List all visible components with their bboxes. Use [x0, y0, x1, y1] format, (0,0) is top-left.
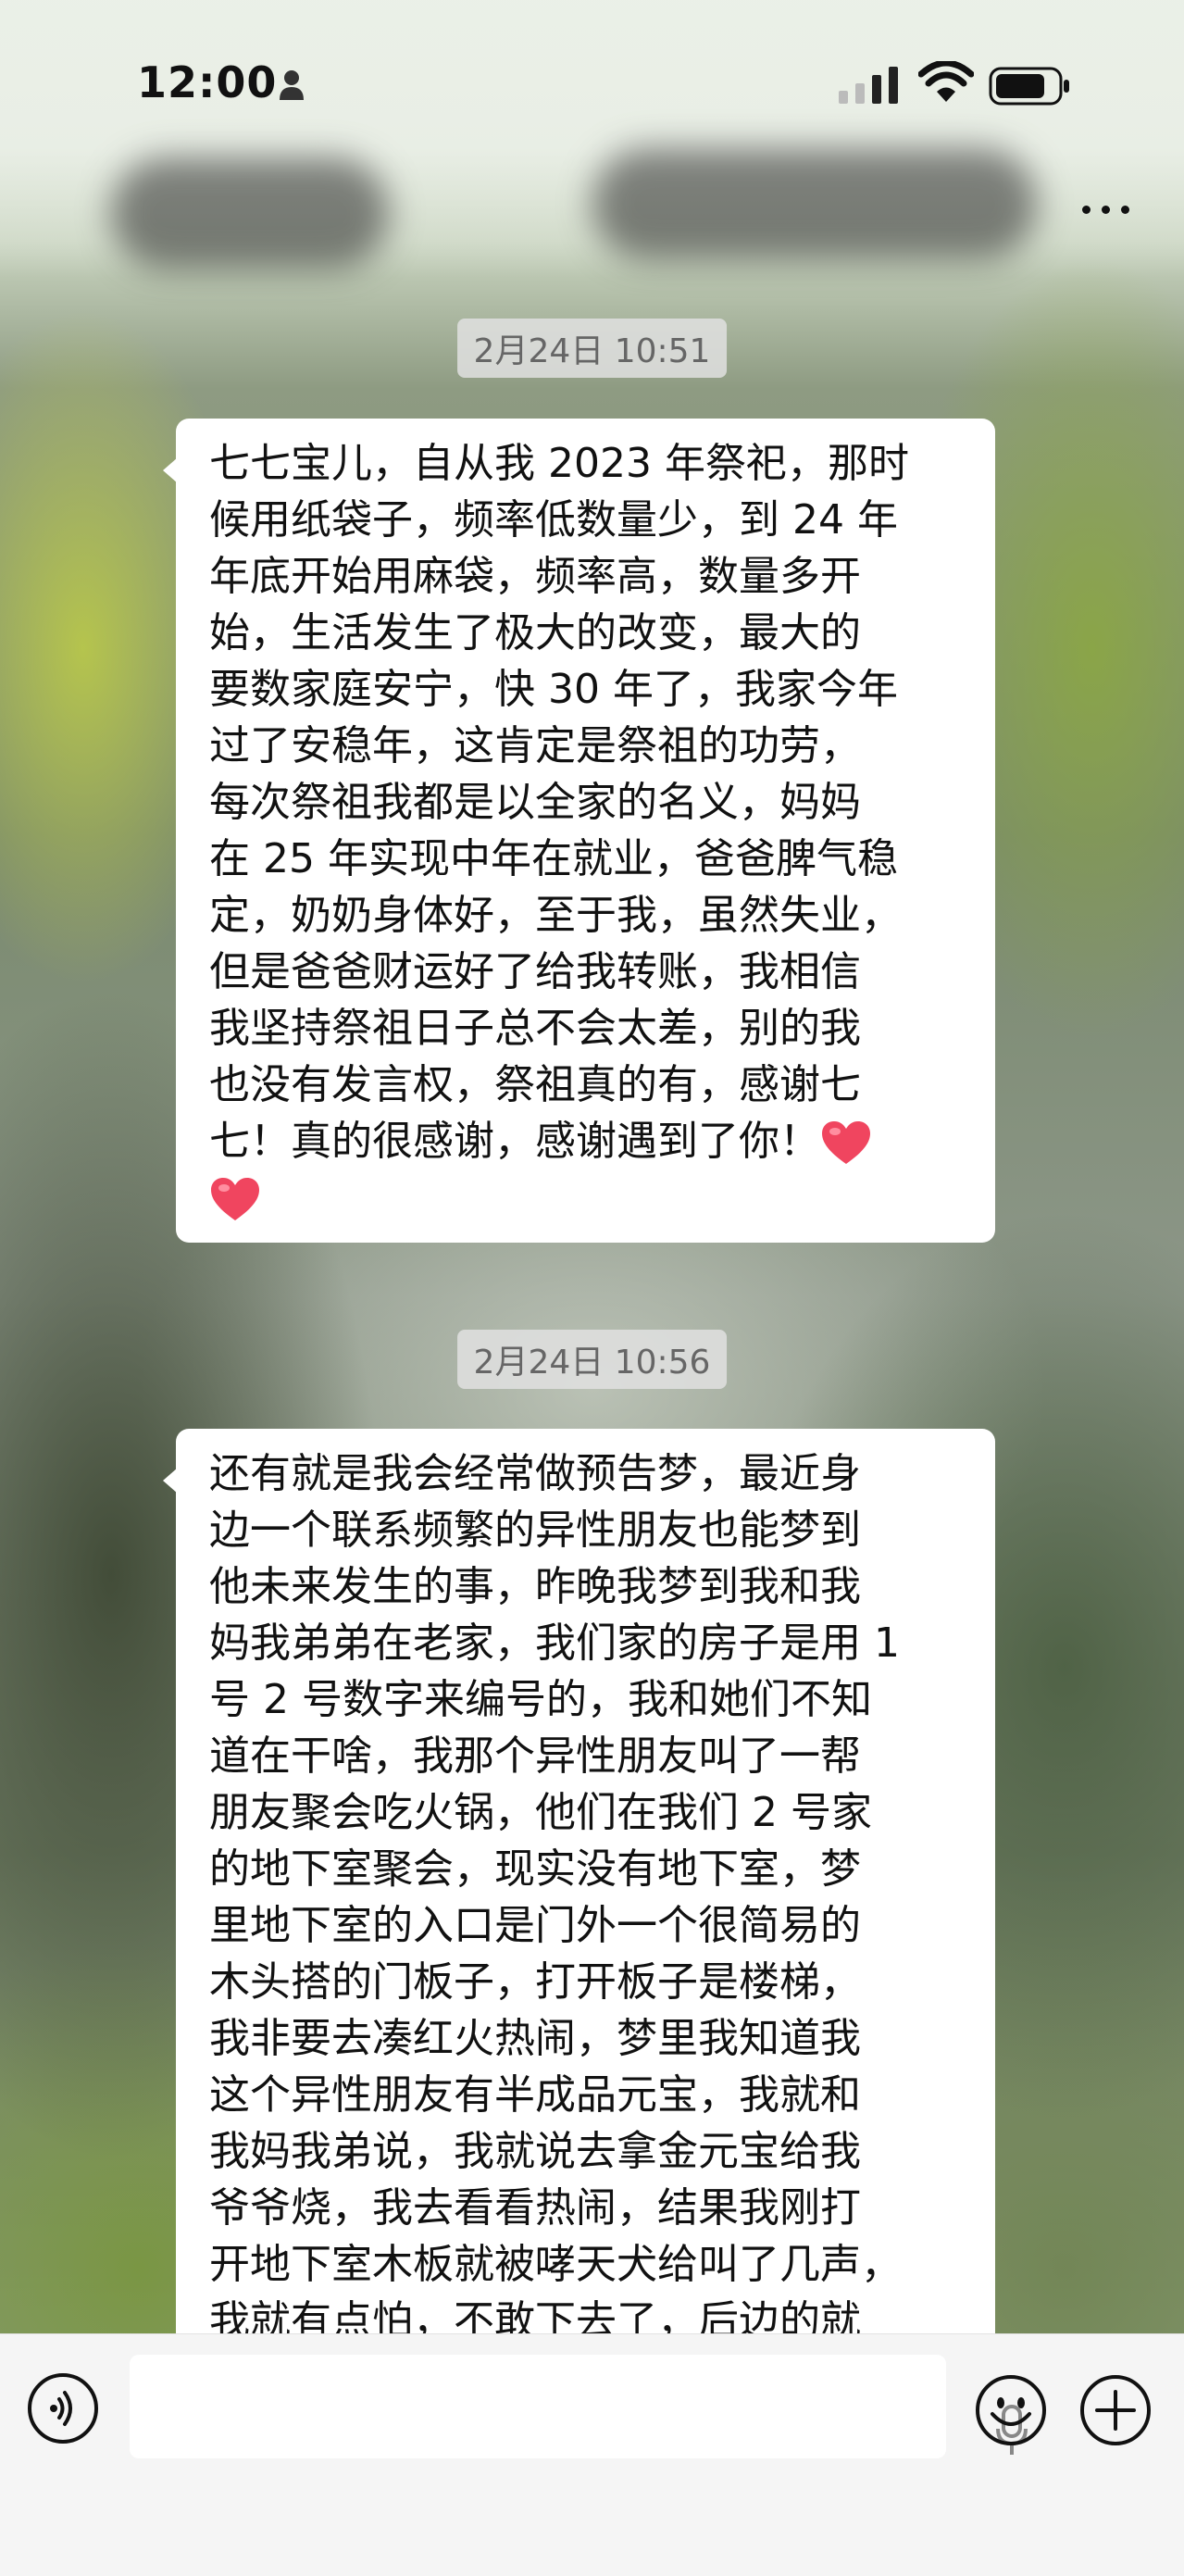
message-bubble[interactable]: 还有就是我会经常做预告梦，最近身 边一个联系频繁的异性朋友也能梦到 他未来发生的… — [163, 1429, 995, 2366]
message-line: 里地下室的入口是门外一个很简易的 — [209, 1902, 861, 1949]
message-line: 爷爷烧，我去看看热闹，结果我刚打 — [209, 2184, 861, 2232]
voice-icon — [50, 2391, 72, 2426]
message-input[interactable] — [130, 2355, 1028, 2458]
message-line: 七七宝儿，自从我 2023 年祭祀，那时 — [209, 440, 909, 487]
message-line: 我非要去凑红火热闹，梦里我知道我 — [209, 2015, 861, 2062]
message-line: 道在干啥，我那个异性朋友叫了一帮 — [209, 1732, 861, 1780]
blurred-contact-name — [111, 157, 389, 269]
person-icon — [280, 70, 304, 100]
message-line: 开地下室木板就被哮天犬给叫了几声， — [209, 2241, 902, 2288]
message-line: 边一个联系频繁的异性朋友也能梦到 — [209, 1507, 861, 1554]
message-line: 木头搭的门板子，打开板子是楼梯， — [209, 1958, 861, 2006]
wifi-icon — [918, 61, 974, 102]
message-line: 候用纸袋子，频率低数量少，到 24 年 — [209, 496, 898, 544]
message-line: 朋友聚会吃火锅，他们在我们 2 号家 — [209, 1789, 872, 1836]
message-timestamp: 2月24日 10:51 — [456, 319, 728, 378]
chat-input-bar — [0, 2333, 1184, 2576]
message-line: 妈我弟弟在老家，我们家的房子是用 1 — [209, 1619, 900, 1667]
message-line: 这个异性朋友有半成品元宝，我就和 — [209, 2071, 861, 2119]
message-line: 每次祭祖我都是以全家的名义，妈妈 — [209, 779, 861, 826]
more-options-button[interactable] — [1078, 194, 1134, 222]
red-heart-icon — [211, 1178, 259, 1220]
message-line: 在 25 年实现中年在就业，爸爸脾气稳 — [209, 835, 898, 882]
battery-icon — [989, 67, 1069, 106]
message-bubble[interactable]: 七七宝儿，自从我 2023 年祭祀，那时 候用纸袋子，频率低数量少，到 24 年… — [163, 419, 995, 1243]
message-line: 号 2 号数字来编号的，我和她们不知 — [209, 1676, 872, 1723]
signal-icon — [839, 67, 898, 104]
message-line: 我妈我弟说，我就说去拿金元宝给我 — [209, 2128, 861, 2175]
message-line: 他未来发生的事，昨晚我梦到我和我 — [209, 1563, 861, 1610]
message-line: 还有就是我会经常做预告梦，最近身 — [209, 1450, 861, 1497]
voice-input-button[interactable] — [28, 2373, 98, 2444]
message-line: 始，生活发生了极大的改变，最大的 — [209, 609, 861, 657]
message-line: 要数家庭安宁，快 30 年了，我家今年 — [209, 666, 898, 713]
message-line: 过了安稳年，这肯定是祭祖的功劳， — [209, 722, 861, 769]
message-line: 的地下室聚会，现实没有地下室，梦 — [209, 1845, 861, 1893]
message-line: 年底开始用麻袋，频率高，数量多开 — [209, 553, 861, 600]
status-bar: 12:00 — [0, 0, 1184, 167]
emoji-button[interactable] — [974, 2373, 1048, 2447]
status-time: 12:00 — [137, 57, 278, 107]
message-line: 但是爸爸财运好了给我转账，我相信 — [209, 948, 861, 995]
red-heart-icon — [822, 1121, 870, 1164]
message-line-text: 七！真的很感谢，感谢遇到了你！ — [209, 1118, 820, 1165]
message-line: 定，奶奶身体好，至于我，虽然失业， — [209, 892, 902, 939]
message-line — [209, 1169, 966, 1226]
message-line: 七！真的很感谢，感谢遇到了你！ — [209, 1113, 966, 1169]
message-timestamp: 2月24日 10:56 — [456, 1330, 728, 1389]
plus-button[interactable] — [1078, 2373, 1153, 2447]
message-line: 我坚持祭祖日子总不会太差，别的我 — [209, 1005, 861, 1052]
message-line: 也没有发言权，祭祖真的有，感谢七 — [209, 1061, 861, 1108]
